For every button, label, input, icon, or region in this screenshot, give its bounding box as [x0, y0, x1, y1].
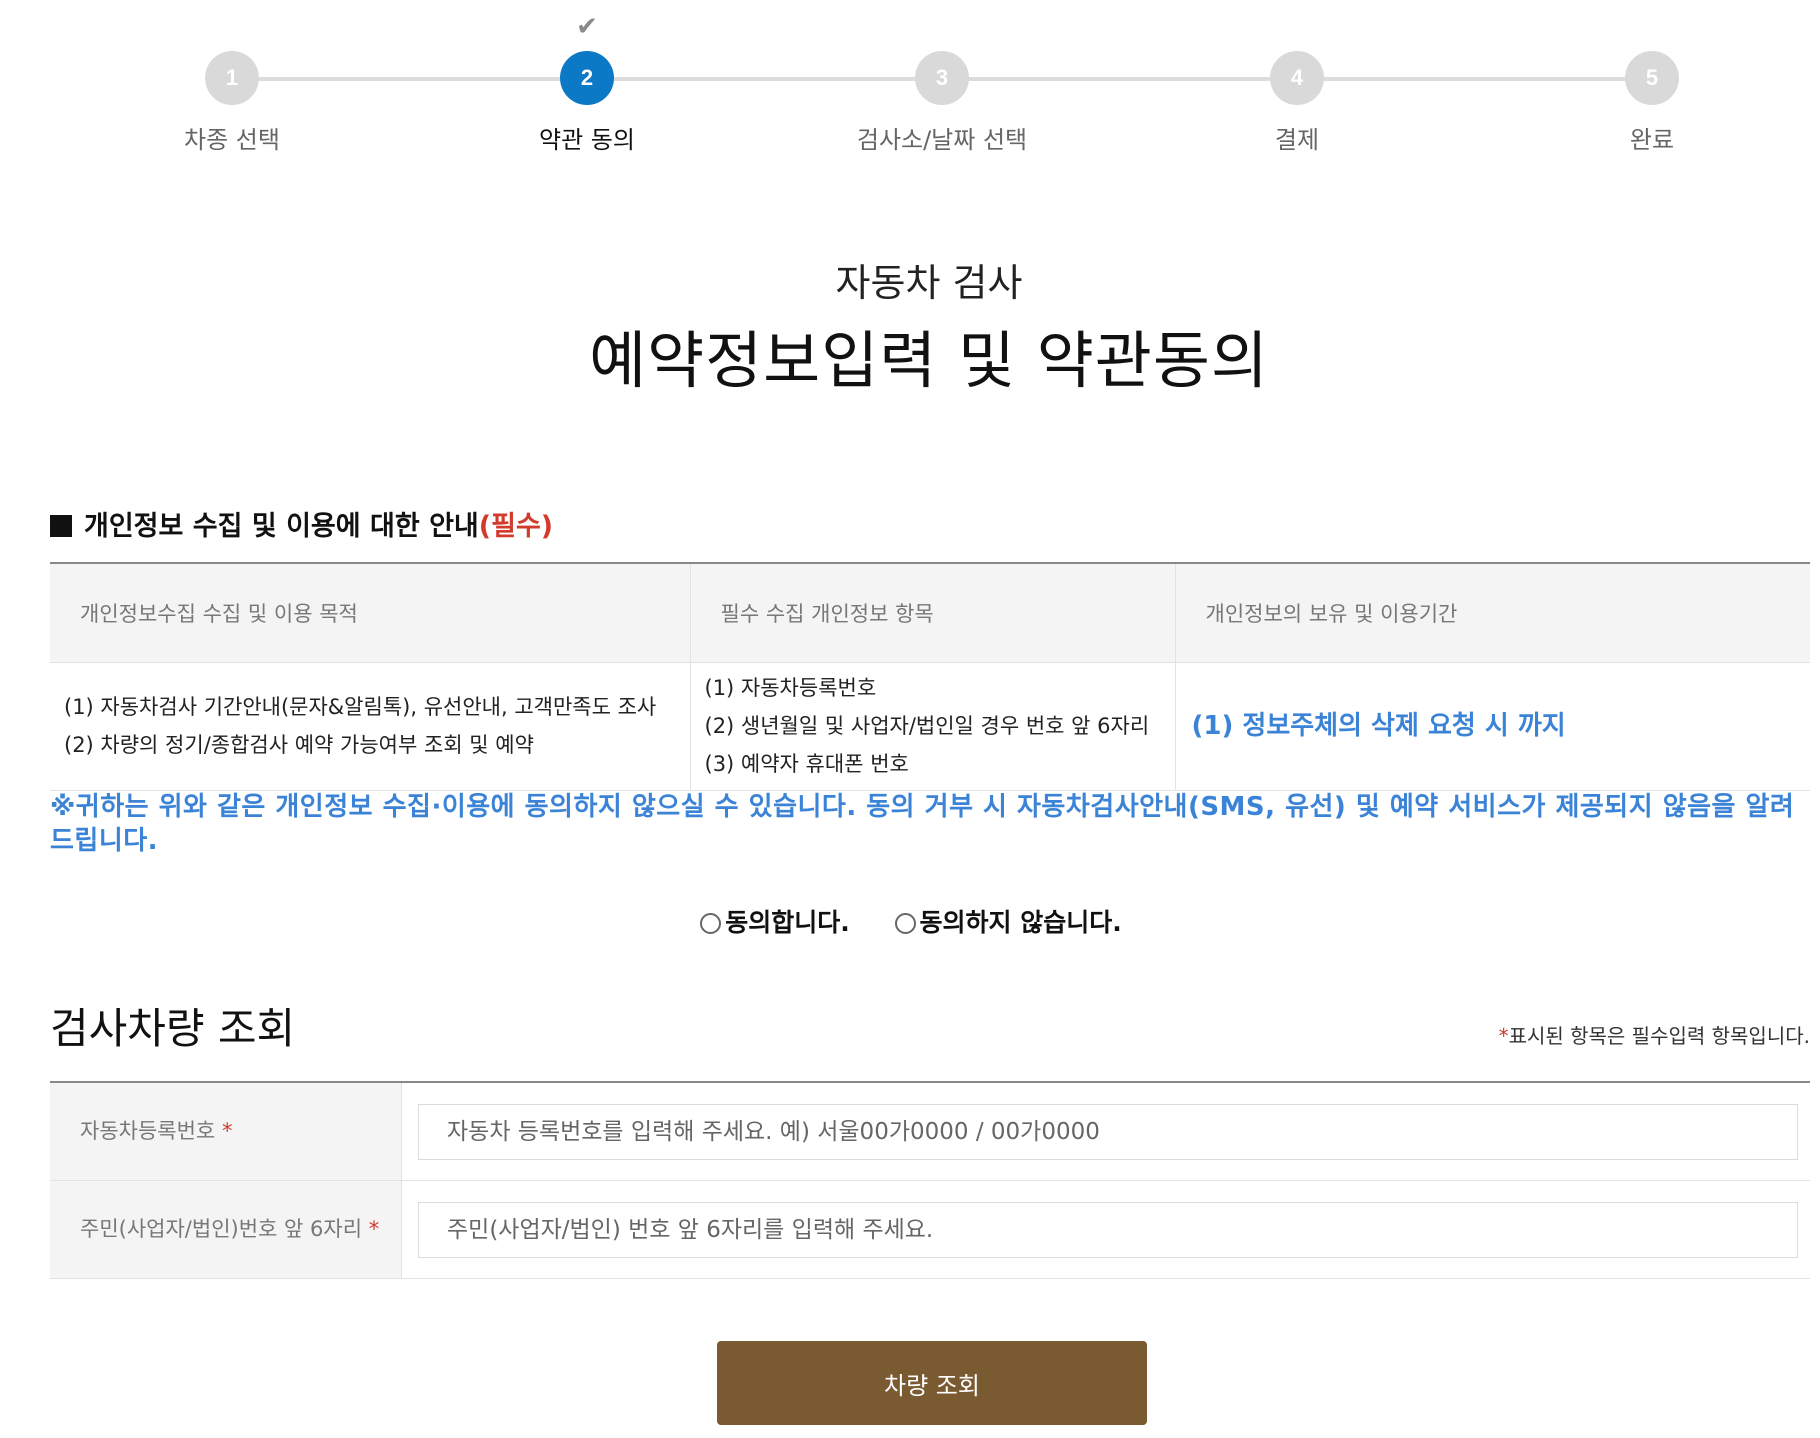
required-star: *	[368, 1217, 380, 1241]
step-label: 차종 선택	[184, 126, 280, 154]
radio-circle-icon[interactable]	[700, 913, 722, 934]
item-line: (2) 생년월일 및 사업자/법인일 경우 번호 앞 6자리	[704, 714, 1150, 738]
purpose-cell: (1) 자동차검사 기간안내(문자&알림톡), 유선안내, 고객만족도 조사 (…	[50, 662, 691, 791]
agree-radio[interactable]: 동의합니다.	[700, 903, 850, 939]
agree-label: 동의합니다.	[725, 908, 850, 937]
step-number: 4	[1270, 51, 1324, 105]
field-label-text: 자동차등록번호	[80, 1119, 216, 1143]
consent-options: 동의합니다. 동의하지 않습니다.	[0, 903, 1820, 939]
page-title: 예약정보입력 및 약관동의	[589, 324, 1269, 397]
purpose-line: (1) 자동차검사 기간안내(문자&알림톡), 유선안내, 고객만족도 조사	[64, 695, 657, 719]
column-header-retention: 개인정보의 보유 및 이용기간	[1175, 563, 1810, 663]
retention-cell: (1) 정보주체의 삭제 요청 시 까지	[1175, 662, 1810, 791]
step-label: 검사소/날짜 선택	[856, 126, 1028, 154]
step-number: 3	[915, 51, 969, 105]
check-icon: ✔	[576, 12, 598, 42]
required-tag: (필수)	[478, 511, 554, 542]
column-header-items: 필수 수집 개인정보 항목	[690, 563, 1176, 663]
car-number-label: 자동차등록번호 *	[50, 1083, 402, 1180]
privacy-table-row: (1) 자동차검사 기간안내(문자&알림톡), 유선안내, 고객만족도 조사 (…	[50, 662, 1810, 791]
privacy-table-header: 개인정보수집 수집 및 이용 목적 필수 수집 개인정보 항목 개인정보의 보유…	[50, 563, 1810, 663]
page-subtitle: 자동차 검사	[835, 261, 1023, 305]
required-note-text: 표시된 항목은 필수입력 항목입니다.	[1508, 1024, 1810, 1048]
id-number-label: 주민(사업자/법인)번호 앞 6자리 *	[50, 1181, 402, 1278]
privacy-notice: ※귀하는 위와 같은 개인정보 수집·이용에 동의하지 않으실 수 있습니다. …	[50, 792, 1795, 856]
form-row-id-number: 주민(사업자/법인)번호 앞 6자리 *	[50, 1181, 1810, 1279]
privacy-heading: 개인정보 수집 및 이용에 대한 안내(필수)	[50, 504, 553, 543]
step-1: 1 차종 선택	[112, 0, 352, 170]
step-number: 1	[205, 51, 259, 105]
step-5: 5 완료	[1532, 0, 1772, 170]
progress-stepper: 1 차종 선택 ✔ 2 약관 동의 3 검사소/날짜 선택 4 결제 5 완료	[0, 0, 1820, 170]
step-label: 약관 동의	[539, 126, 635, 154]
lookup-form: 자동차등록번호 * 주민(사업자/법인)번호 앞 6자리 *	[50, 1081, 1810, 1279]
item-line: (1) 자동차등록번호	[704, 676, 877, 700]
privacy-table: 개인정보수집 수집 및 이용 목적 필수 수집 개인정보 항목 개인정보의 보유…	[50, 562, 1810, 791]
field-label-text: 주민(사업자/법인)번호 앞 6자리	[80, 1217, 363, 1241]
lookup-title: 검사차량 조회	[50, 1004, 296, 1053]
car-number-input[interactable]	[418, 1104, 1798, 1160]
purpose-line: (2) 차량의 정기/종합검사 예약 가능여부 조회 및 예약	[64, 733, 534, 757]
items-cell: (1) 자동차등록번호 (2) 생년월일 및 사업자/법인일 경우 번호 앞 6…	[690, 662, 1176, 791]
step-3: 3 검사소/날짜 선택	[822, 0, 1062, 170]
form-row-car-number: 자동차등록번호 *	[50, 1083, 1810, 1181]
required-star: *	[221, 1119, 233, 1143]
disagree-label: 동의하지 않습니다.	[919, 908, 1122, 937]
step-number: 2	[560, 51, 614, 105]
required-note: *표시된 항목은 필수입력 항목입니다.	[1499, 1020, 1810, 1049]
square-bullet-icon	[50, 515, 72, 537]
column-header-purpose: 개인정보수집 수집 및 이용 목적	[50, 563, 691, 663]
radio-circle-icon[interactable]	[894, 913, 916, 934]
step-4: 4 결제	[1177, 0, 1417, 170]
step-label: 결제	[1274, 126, 1320, 154]
step-number: 5	[1625, 51, 1679, 105]
item-line: (3) 예약자 휴대폰 번호	[704, 752, 909, 776]
vehicle-lookup-button[interactable]: 차량 조회	[717, 1341, 1147, 1425]
privacy-heading-text: 개인정보 수집 및 이용에 대한 안내	[84, 511, 479, 542]
id-number-input[interactable]	[418, 1202, 1798, 1258]
disagree-radio[interactable]: 동의하지 않습니다.	[894, 903, 1122, 939]
step-label: 완료	[1629, 126, 1675, 154]
step-2: ✔ 2 약관 동의	[467, 0, 707, 170]
required-star: *	[1498, 1024, 1509, 1048]
